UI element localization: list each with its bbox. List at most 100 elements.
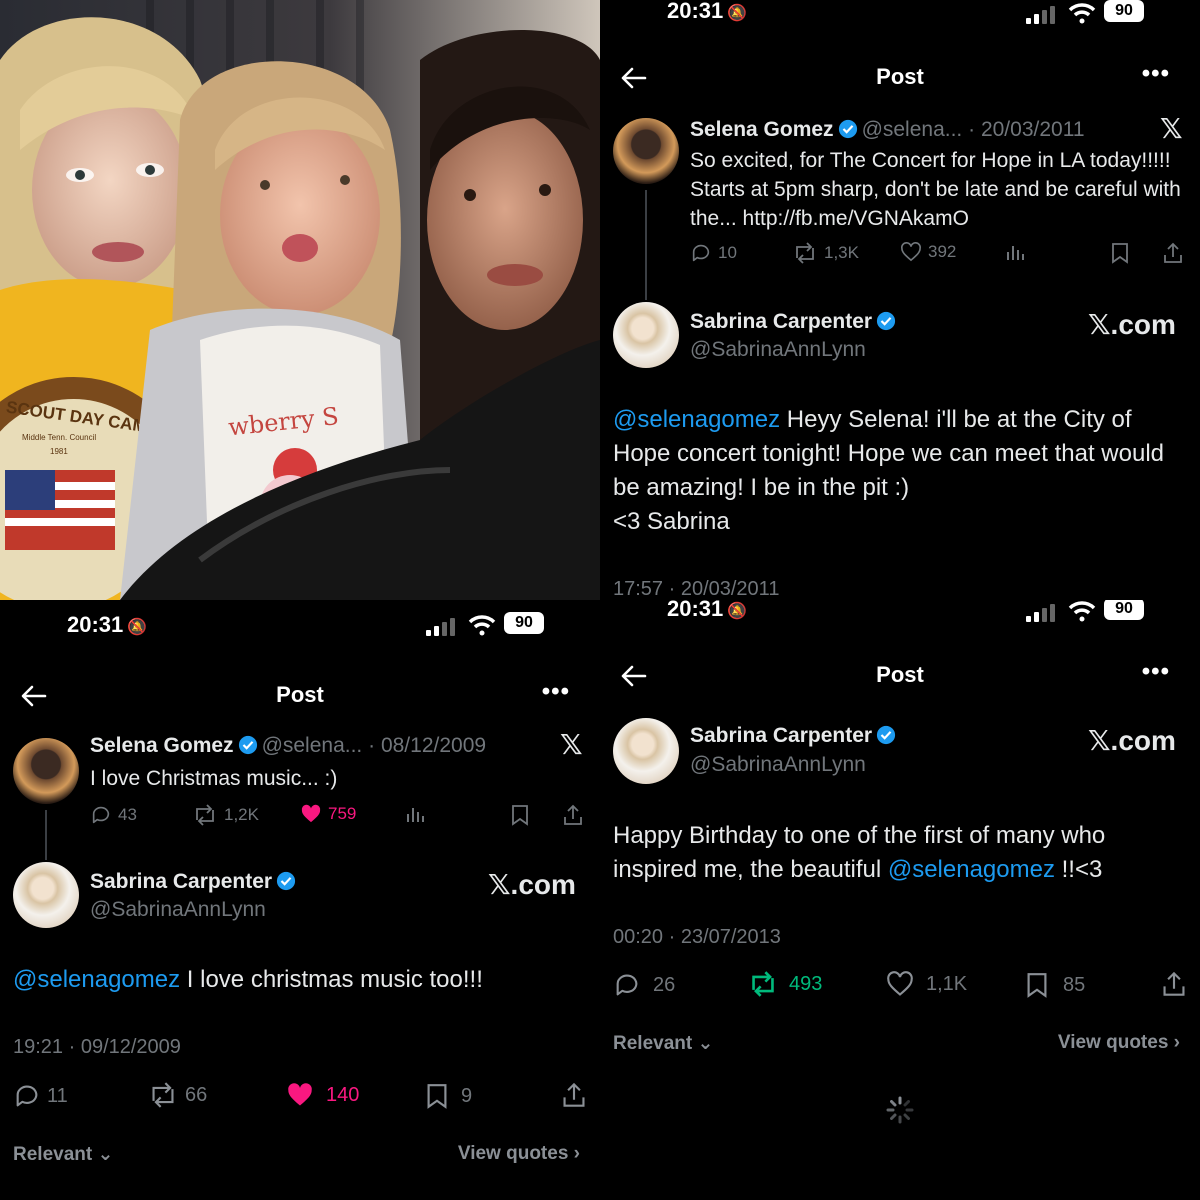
chevron-down-icon: ⌄ [97, 1144, 114, 1165]
reply-icon [16, 1085, 38, 1107]
share-button[interactable] [1161, 971, 1193, 997]
bookmark-button[interactable]: 85 [1025, 971, 1085, 999]
more-options-icon[interactable]: ••• [1142, 60, 1170, 88]
bell-muted-icon: 🔕 [727, 603, 748, 620]
like-button-active[interactable]: 140 [286, 1082, 359, 1108]
quoted-tweet[interactable]: Selena Gomez @selena... · 08/12/2009 𝕏 I … [0, 726, 600, 860]
avatar-sabrina[interactable] [613, 302, 679, 368]
author-handle[interactable]: @selena... [262, 734, 363, 757]
reply-button[interactable]: 26 [613, 971, 675, 999]
views-button[interactable] [1005, 242, 1031, 262]
more-options-icon[interactable]: ••• [1142, 658, 1170, 686]
repost-button-active[interactable]: 493 [747, 971, 822, 997]
nav-bar: Post ••• [0, 666, 600, 726]
author-handle[interactable]: @SabrinaAnnLynn [690, 753, 866, 777]
status-time: 20:31 🔕 [667, 0, 748, 23]
like-button[interactable]: 1,1K [886, 971, 967, 997]
view-quotes-link[interactable]: View quotes › [1058, 1032, 1180, 1054]
verified-badge-icon [838, 119, 857, 139]
author-name[interactable]: Sabrina Carpenter [690, 310, 872, 333]
share-button[interactable] [561, 1082, 593, 1108]
repost-icon [152, 1082, 174, 1108]
sort-relevant-dropdown[interactable]: Relevant ⌄ [13, 1143, 113, 1166]
author-name[interactable]: Sabrina Carpenter [90, 870, 272, 893]
status-bar: 20:31 🔕 90 [600, 600, 1200, 632]
author-handle[interactable]: @SabrinaAnnLynn [690, 338, 866, 362]
author-name[interactable]: Selena Gomez [90, 734, 234, 757]
bookmark-button[interactable] [1110, 242, 1136, 264]
reply-icon [692, 244, 710, 262]
share-button[interactable] [1162, 242, 1190, 264]
like-button[interactable]: 392 [900, 242, 956, 262]
repost-icon [796, 242, 814, 264]
reply-button[interactable]: 10 [690, 242, 737, 264]
sort-relevant-dropdown[interactable]: Relevant ⌄ [613, 1032, 713, 1055]
avatar-selena[interactable] [613, 118, 679, 184]
screenshot-post-birthday: 20:31 🔕 90 Post ••• Sabrina Carpenter @Sa… [600, 600, 1200, 1200]
repost-button[interactable]: 66 [147, 1082, 207, 1108]
thread-line [45, 810, 47, 860]
selfie-photo: SCOUT DAY CAMP Middle Tenn. Council 1981… [0, 0, 600, 600]
x-logo-icon: 𝕏 [1160, 113, 1183, 144]
share-icon [1164, 242, 1182, 263]
reply-button[interactable]: 11 [13, 1082, 68, 1110]
avatar-sabrina[interactable] [613, 718, 679, 784]
bookmark-icon [427, 1084, 447, 1109]
quoted-tweet[interactable]: Selena Gomez @selena... · 20/03/2011 𝕏 So… [600, 108, 1200, 308]
heart-filled-icon [288, 1083, 312, 1106]
cell-signal-icon [426, 616, 456, 636]
status-time: 20:31 🔕 [667, 600, 748, 621]
status-time: 20:31 🔕 [67, 612, 148, 637]
view-quotes-link[interactable]: View quotes › [458, 1143, 580, 1165]
author-handle[interactable]: @selena... [862, 118, 963, 141]
author-handle[interactable]: @SabrinaAnnLynn [90, 898, 266, 922]
chevron-down-icon: ⌄ [697, 1033, 714, 1054]
battery-indicator: 90 [1104, 0, 1144, 22]
avatar-sabrina[interactable] [13, 862, 79, 928]
cell-signal-icon [1026, 602, 1056, 622]
repost-icon [752, 971, 774, 997]
page-title: Post [876, 662, 924, 687]
heart-icon [901, 242, 921, 262]
bookmark-icon [512, 805, 528, 826]
mention-link[interactable]: @selenagomez [888, 856, 1055, 883]
battery-indicator: 90 [1104, 600, 1144, 620]
like-button-active[interactable]: 759 [300, 804, 356, 824]
signoff: <3 Sabrina [613, 508, 730, 535]
share-button[interactable] [562, 804, 590, 826]
more-options-icon[interactable]: ••• [542, 678, 570, 706]
battery-indicator: 90 [504, 612, 544, 634]
wifi-icon [468, 615, 496, 636]
reply-button[interactable]: 43 [90, 804, 137, 826]
screenshot-post-christmas: 20:31 🔕 90 Post ••• Selena Gomez @selena..… [0, 600, 600, 1200]
bookmark-button[interactable]: 9 [425, 1082, 472, 1110]
reply-text: Happy Birthday to one of the first of ma… [613, 822, 1106, 883]
bell-muted-icon: 🔕 [727, 5, 748, 22]
page-title: Post [276, 682, 324, 707]
repost-button[interactable]: 1,3K [792, 242, 859, 264]
quoted-text: I love Christmas music... :) [90, 767, 338, 790]
heart-icon [887, 971, 913, 996]
post-timestamp: 00:20 · 23/07/2013 [613, 926, 781, 948]
repost-button[interactable]: 1,2K [192, 804, 259, 826]
bookmark-button[interactable] [510, 804, 536, 826]
share-icon [564, 804, 582, 825]
verified-badge-icon [876, 725, 896, 745]
analytics-icon [407, 808, 424, 822]
analytics-icon [1007, 246, 1024, 260]
mention-link[interactable]: @selenagomez [613, 406, 780, 433]
views-button[interactable] [405, 804, 431, 824]
author-name[interactable]: Sabrina Carpenter [690, 724, 872, 747]
mention-link[interactable]: @selenagomez [13, 966, 180, 993]
share-icon [1163, 971, 1185, 996]
avatar-selena[interactable] [13, 738, 79, 804]
bookmark-icon [1027, 973, 1047, 998]
x-com-logo: 𝕏.com [1088, 309, 1176, 340]
reply-text: @selenagomez Heyy Selena! i'll be at the… [613, 406, 1164, 535]
tshirt-left-year: 1981 [50, 447, 68, 456]
author-name[interactable]: Selena Gomez [690, 118, 834, 141]
post-timestamp: 19:21 · 09/12/2009 [13, 1036, 181, 1058]
tshirt-left-sub: Middle Tenn. Council [22, 433, 96, 442]
verified-badge-icon [276, 871, 296, 891]
x-com-logo: 𝕏.com [1088, 725, 1176, 756]
